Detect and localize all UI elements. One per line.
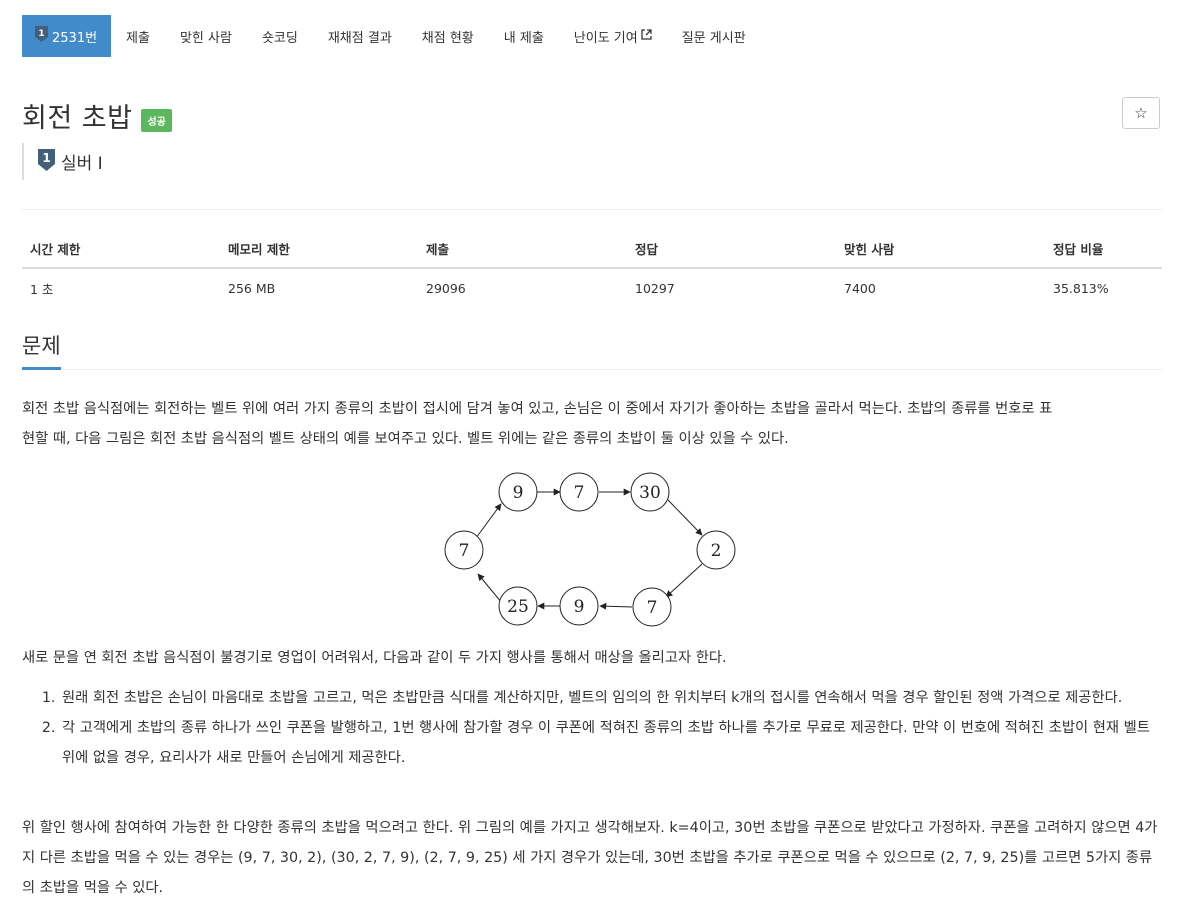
star-button[interactable]: ☆ — [1122, 97, 1160, 129]
nav-rejudge-results[interactable]: 재채점 결과 — [313, 15, 407, 57]
problem-header: 회전 초밥 성공 — [22, 96, 172, 135]
belt-node: 7 — [559, 472, 599, 512]
nav-my-submissions[interactable]: 내 제출 — [489, 15, 559, 57]
nav-difficulty-contribution-label: 난이도 기여 — [573, 30, 638, 46]
status-badge: 성공 — [141, 109, 172, 132]
belt-node: 9 — [559, 586, 599, 626]
col-submissions: 제출 — [418, 232, 627, 269]
silver-tier-icon: 1 — [35, 26, 48, 46]
problem-tier: 1 실버 I — [22, 143, 103, 180]
silver-tier-icon: 1 — [38, 148, 55, 175]
description-line: 현할 때, 다음 그림은 회전 초밥 음식점의 벨트 상태의 예를 보여주고 있… — [22, 431, 789, 447]
list-item: 원래 회전 초밥은 손님이 마음대로 초밥을 고르고, 먹은 초밥만큼 식대를 … — [60, 683, 1162, 713]
external-link-icon — [641, 29, 652, 43]
section-title: 문제 — [22, 331, 61, 370]
belt-node: 7 — [444, 530, 484, 570]
star-icon: ☆ — [1134, 104, 1148, 122]
nav-judge-status[interactable]: 채점 현황 — [407, 15, 489, 57]
node-label: 2 — [711, 541, 722, 561]
col-accepted: 정답 — [627, 232, 836, 269]
belt-node: 25 — [498, 586, 538, 626]
nav-short-coding-label: 숏코딩 — [261, 30, 298, 46]
nav-qna-board-label: 질문 게시판 — [681, 30, 746, 46]
nav-problem-tab[interactable]: 1 2531번 — [22, 15, 112, 57]
nav-qna-board[interactable]: 질문 게시판 — [667, 15, 761, 57]
example-explanation: 위 할인 행사에 참여하여 가능한 한 다양한 종류의 초밥을 먹으려고 한다.… — [22, 820, 1158, 896]
submissions-value: 29096 — [426, 281, 466, 296]
nav-solved-users[interactable]: 맞힌 사람 — [165, 15, 247, 57]
col-solved-users: 맞힌 사람 — [836, 232, 1045, 269]
tier-number: 1 — [42, 151, 50, 165]
problem-section-header: 문제 — [22, 331, 1162, 370]
memory-limit-value: 256 MB — [228, 281, 276, 296]
accept-ratio-value: 35.813% — [1053, 281, 1109, 296]
node-label: 7 — [647, 598, 658, 618]
tier-label: 실버 I — [61, 154, 103, 174]
event-rules-list: 원래 회전 초밥은 손님이 마음대로 초밥을 고르고, 먹은 초밥만큼 식대를 … — [22, 683, 1162, 773]
nav-solved-users-label: 맞힌 사람 — [179, 30, 232, 46]
belt-node: 7 — [632, 587, 672, 627]
belt-arrow — [599, 602, 633, 610]
nav-submit[interactable]: 제출 — [111, 15, 165, 57]
node-label: 7 — [459, 541, 470, 561]
node-label: 30 — [639, 483, 661, 503]
sushi-belt-diagram: 9 7 30 2 7 9 25 7 — [444, 472, 736, 627]
belt-node: 2 — [696, 530, 736, 570]
time-limit-value: 1 초 — [30, 282, 54, 297]
nav-difficulty-contribution[interactable]: 난이도 기여 — [559, 15, 667, 57]
accepted-value: 10297 — [635, 281, 675, 296]
table-header-row: 시간 제한 메모리 제한 제출 정답 맞힌 사람 정답 비율 — [22, 232, 1162, 269]
col-accept-ratio: 정답 비율 — [1045, 232, 1162, 269]
problem-nav: 1 2531번 제출 맞힌 사람 숏코딩 재채점 결과 채점 현황 내 제출 난… — [22, 15, 761, 57]
nav-submit-label: 제출 — [126, 30, 150, 46]
nav-my-submissions-label: 내 제출 — [503, 30, 544, 46]
description-line: 회전 초밥 음식점에는 회전하는 벨트 위에 여러 가지 종류의 초밥이 접시에… — [22, 401, 1053, 417]
event-intro: 새로 문을 연 회전 초밥 음식점이 불경기로 영업이 어려워서, 다음과 같이… — [22, 650, 727, 666]
belt-arrow — [667, 499, 703, 536]
solved-users-value: 7400 — [844, 281, 876, 296]
table-row: 1 초 256 MB 29096 10297 7400 35.813% — [22, 268, 1162, 308]
node-label: 7 — [574, 483, 585, 503]
nav-tier-number: 1 — [38, 29, 44, 39]
col-memory-limit: 메모리 제한 — [220, 232, 418, 269]
problem-description: 회전 초밥 음식점에는 회전하는 벨트 위에 여러 가지 종류의 초밥이 접시에… — [22, 394, 1162, 454]
page-title: 회전 초밥 — [22, 103, 133, 134]
belt-node: 30 — [630, 472, 670, 512]
node-label: 9 — [574, 597, 585, 617]
nav-judge-status-label: 채점 현황 — [421, 30, 474, 46]
belt-arrow — [475, 503, 502, 539]
nav-short-coding[interactable]: 숏코딩 — [247, 15, 313, 57]
belt-node: 9 — [498, 472, 538, 512]
belt-arrow — [665, 563, 703, 598]
divider — [22, 209, 1162, 210]
list-item: 각 고객에게 초밥의 종류 하나가 쓰인 쿠폰을 발행하고, 1번 행사에 참가… — [60, 713, 1162, 773]
problem-info-table: 시간 제한 메모리 제한 제출 정답 맞힌 사람 정답 비율 1 초 256 M… — [22, 232, 1162, 308]
nav-problem-number: 2531번 — [52, 30, 98, 46]
col-time-limit: 시간 제한 — [22, 232, 220, 269]
nav-rejudge-results-label: 재채점 결과 — [327, 30, 392, 46]
node-label: 9 — [513, 483, 524, 503]
belt-arrow — [477, 573, 503, 604]
node-label: 25 — [507, 597, 529, 617]
